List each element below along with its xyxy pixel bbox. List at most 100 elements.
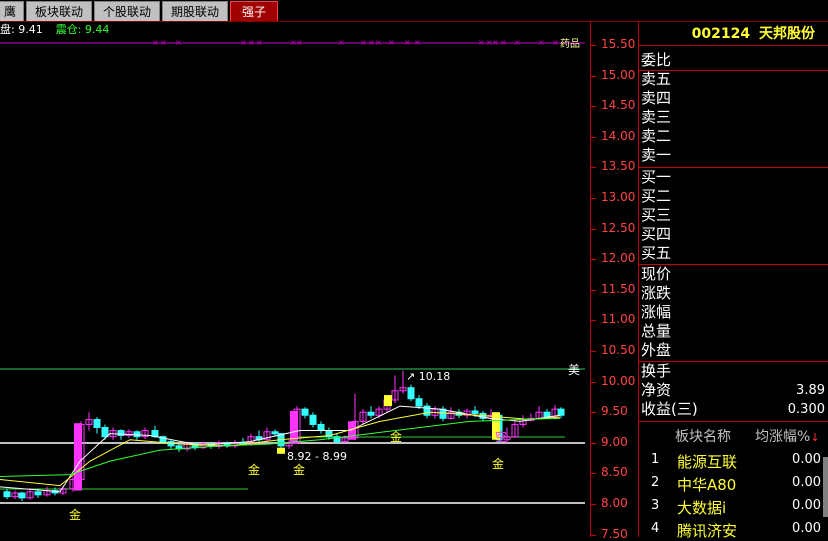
price-tick-label: 12.50 [601, 220, 636, 235]
top-x-marker: × [296, 38, 303, 47]
gold-marker: 金 [293, 462, 305, 477]
status-zhencang-value: 震仓: 9.44 [55, 23, 110, 36]
top-x-marker: × [160, 38, 167, 47]
top-x-marker: × [514, 38, 521, 47]
price-tick-label: 7.50 [601, 526, 628, 541]
status-pan-value: 盘: 9.41 [0, 23, 43, 36]
block-row-num: 4 [651, 521, 660, 536]
candle-body [3, 491, 11, 498]
candle-body [407, 387, 415, 400]
top-x-marker: × [256, 38, 263, 47]
price-tick-label: 10.50 [601, 343, 636, 357]
price-tick-mark [591, 45, 596, 46]
highlight-candle [384, 395, 392, 407]
bear-marker: 空 [495, 430, 507, 444]
candle-body [133, 431, 141, 438]
high-price-label: ↗ 10.18 [406, 370, 450, 383]
price-tick-mark [591, 504, 596, 505]
sell-4-label: 卖四 [641, 89, 672, 107]
gold-marker: 金 [69, 507, 81, 522]
strong-up-candle [74, 423, 82, 491]
price-tick-label: 11.00 [601, 312, 636, 327]
price-tick-label: 13.00 [601, 190, 636, 204]
candle-body [301, 408, 309, 416]
candle-body [557, 408, 565, 416]
price-tick-mark [591, 473, 596, 475]
top-x-marker: × [478, 38, 485, 47]
buy-1-label: 买一 [641, 168, 672, 186]
block-row-pct: 0.00 [792, 475, 821, 490]
block-row-pct: 0.00 [792, 498, 821, 513]
block-pct-header-label: 均涨幅% [755, 429, 811, 445]
stock-code: 002124 [691, 26, 751, 42]
order-ratio-label: 委比 [641, 51, 672, 69]
gold-marker: 金 [390, 429, 402, 444]
top-x-marker: × [240, 38, 247, 47]
candle-body [34, 491, 42, 496]
indicator-status-line: 盘: 9.41 震仓: 9.44 [0, 22, 109, 38]
change-pct-label: 涨幅 [641, 303, 672, 321]
candle-body [471, 410, 479, 414]
candle-body [309, 414, 317, 425]
top-x-marker: × [492, 38, 499, 47]
block-row-name[interactable]: 腾讯济安 [677, 520, 737, 541]
sell-2-label: 卖二 [641, 127, 672, 145]
top-x-marker: × [152, 38, 159, 47]
candle-body [543, 411, 551, 418]
price-tick-label: 8.00 [601, 496, 628, 510]
block-row-pct: 0.00 [792, 452, 821, 467]
price-tick-mark [591, 259, 596, 261]
tab-futures-linkage[interactable]: 期股联动 [162, 1, 228, 21]
block-row-name[interactable]: 能源互联 [677, 451, 737, 472]
price-tick-label: 15.50 [601, 37, 636, 51]
gold-marker: 金 [248, 462, 260, 477]
price-tick-label: 9.00 [601, 434, 628, 449]
buy-2-label: 买二 [641, 187, 672, 205]
price-tick-mark [591, 289, 596, 291]
kline-chart[interactable]: × × × × × × × × × × × × × × × × × × × × × ×↗ 10.188.92 - 8.99… [0, 38, 590, 537]
block-row-name[interactable]: 大数据i [677, 497, 726, 518]
sell-1-label: 卖一 [641, 146, 672, 164]
sell-3-label: 卖三 [641, 108, 672, 126]
block-row-pct: 0.00 [792, 521, 821, 536]
tab-bar: 鹰 板块联动 个股联动 期股联动 强子 [0, 0, 828, 22]
corner-tag: 药品 [560, 38, 580, 50]
price-tick-mark [591, 228, 596, 230]
buy-4-label: 买四 [641, 225, 672, 243]
stock-title: 002124 天邦股份 [639, 22, 828, 46]
tab-qiangzi[interactable]: 强子 [230, 1, 278, 21]
candle-body [101, 427, 109, 438]
candle-body [317, 423, 325, 432]
range-price-label: 8.92 - 8.99 [287, 450, 347, 463]
price-tick-label: 10.00 [601, 373, 636, 388]
price-tick-label: 8.50 [601, 465, 628, 480]
tab-block-linkage[interactable]: 板块联动 [26, 1, 92, 21]
scrollbar[interactable] [823, 457, 828, 517]
quote-panel: 002124 天邦股份 委比 卖五 卖四 卖三 卖二 卖一 买一 买二 买三 买… [638, 22, 828, 540]
net-asset-value: 3.89 [796, 383, 825, 398]
buy-5-label: 买五 [641, 244, 672, 262]
price-tick-mark [591, 534, 596, 536]
stock-name: 天邦股份 [759, 26, 815, 42]
top-x-marker: × [338, 38, 345, 47]
block-row-num: 1 [651, 452, 660, 467]
net-asset-label: 净资 [641, 381, 672, 399]
sell-5-label: 卖五 [641, 70, 672, 88]
tab-ying[interactable]: 鹰 [0, 1, 24, 21]
price-label: 现价 [641, 265, 672, 283]
block-name-header[interactable]: 板块名称 [675, 426, 731, 446]
price-tick-mark [591, 198, 596, 199]
block-pct-header[interactable]: 均涨幅%↓ [755, 426, 820, 446]
candle-body [93, 419, 101, 429]
candle-body [415, 398, 423, 407]
top-x-marker: × [375, 38, 382, 47]
tab-stock-linkage[interactable]: 个股联动 [94, 1, 160, 21]
block-row-name[interactable]: 中华A80 [677, 474, 736, 495]
price-tick-label: 12.00 [601, 251, 636, 266]
outer-volume-label: 外盘 [641, 341, 672, 359]
candle-body [18, 492, 26, 499]
price-tick-label: 15.00 [601, 67, 636, 82]
price-tick-mark [591, 381, 596, 383]
price-tick-mark [591, 106, 596, 108]
eps-label: 收益(三) [641, 400, 698, 418]
